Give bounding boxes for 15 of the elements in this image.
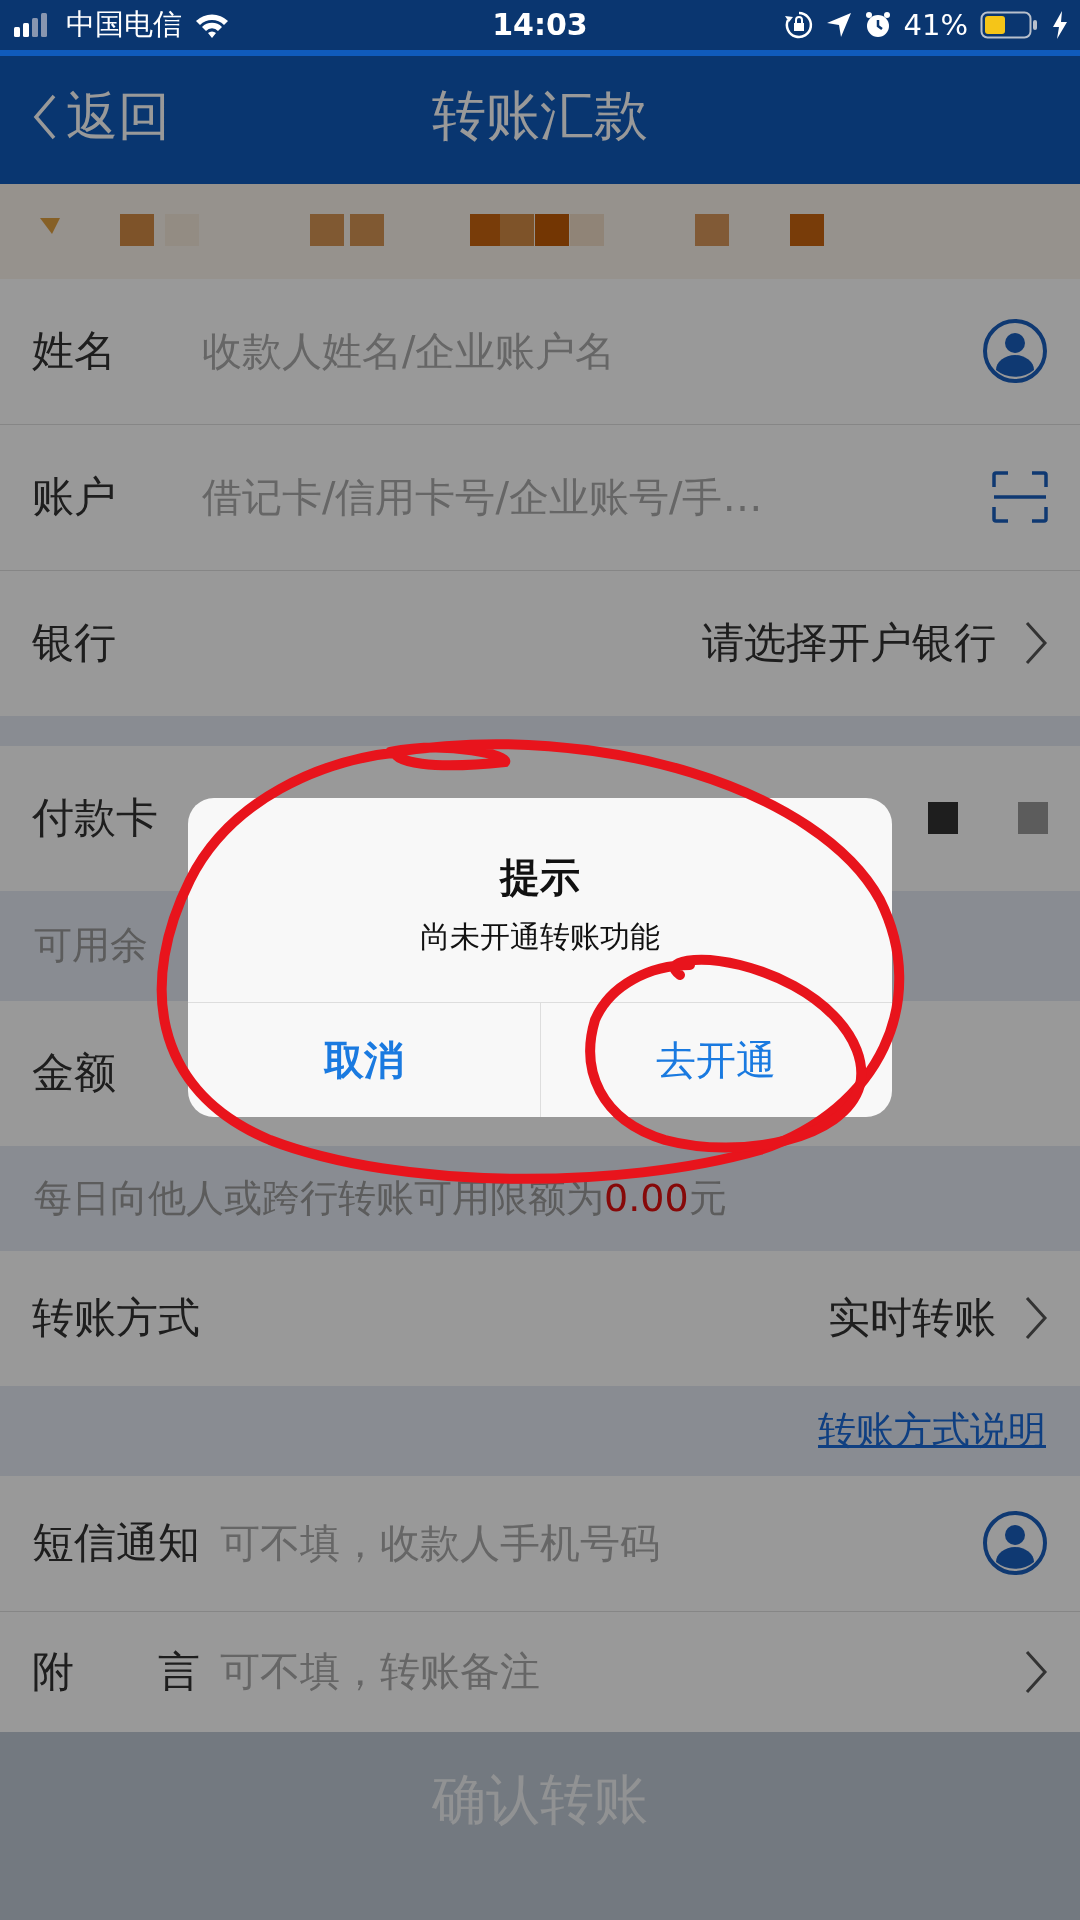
field-label: 姓名 [32, 325, 117, 378]
select-value: 请选择开户银行 [702, 617, 996, 670]
dialog-title: 提示 [498, 853, 581, 902]
field-label: 付款卡 [32, 792, 159, 845]
field-label: 银行 [32, 617, 117, 670]
dialog-message: 尚未开通转账功能 [419, 918, 661, 956]
status-time: 14:03 [492, 7, 588, 43]
field-label: 账户 [32, 471, 117, 524]
field-label: 转账方式 [32, 1292, 200, 1345]
battery-percent: 41% [903, 7, 968, 42]
page-title: 转账汇款 [432, 83, 648, 150]
carrier-name: 中国电信 [66, 5, 182, 43]
select-value: 实时转账 [828, 1292, 996, 1345]
field-label: 短信通知 [32, 1517, 200, 1570]
field-label: 附 言 [32, 1645, 200, 1698]
